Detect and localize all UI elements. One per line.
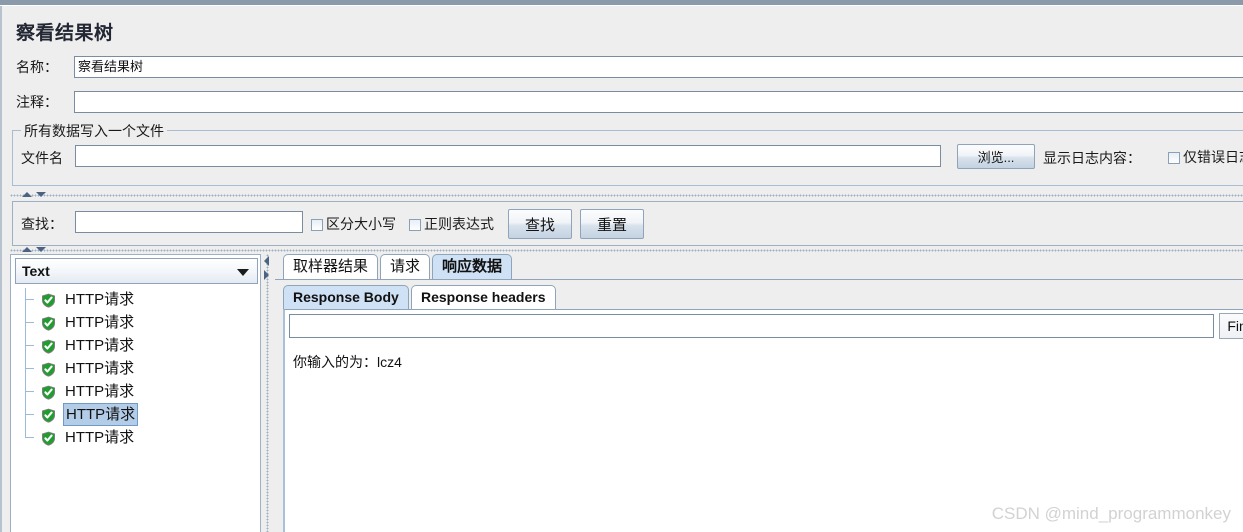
filename-label: 文件名 — [21, 150, 63, 166]
collapse-down-icon[interactable] — [36, 192, 46, 197]
tree-node-label: HTTP请求 — [65, 314, 135, 331]
comment-input[interactable] — [74, 91, 1243, 113]
checkbox-box-icon — [1168, 152, 1180, 164]
response-content-pane: Find 你输入的为：lcz4 — [283, 309, 1243, 532]
tree-node[interactable]: HTTP请求 — [11, 334, 260, 357]
tree-node-label: HTTP请求 — [65, 383, 135, 400]
success-shield-icon — [41, 430, 56, 446]
tab-1[interactable]: 请求 — [380, 254, 431, 280]
tree-node-label: HTTP请求 — [65, 429, 135, 446]
tree-node[interactable]: HTTP请求 — [11, 426, 260, 449]
case-sensitive-label: 区分大小写 — [326, 216, 396, 232]
tree-node-label: HTTP请求 — [65, 360, 135, 377]
name-label: 名称： — [16, 59, 58, 75]
result-tabs: 取样器结果 请求 响应数据 — [275, 254, 1243, 280]
response-body-text: 你输入的为：lcz4 — [293, 354, 402, 370]
response-find-button[interactable]: Find — [1219, 313, 1243, 339]
tree-node[interactable]: HTTP请求 — [11, 311, 260, 334]
collapse-up-icon[interactable] — [22, 192, 32, 197]
chevron-down-icon — [237, 269, 249, 276]
write-all-data-group-title: 所有数据写入一个文件 — [21, 121, 167, 141]
comment-label: 注释： — [16, 94, 58, 110]
tree-branch-line — [25, 288, 37, 311]
name-row: 名称： 察看结果树 — [16, 56, 1243, 78]
tree-branch-line — [25, 357, 37, 380]
tab-2[interactable]: 响应数据 — [432, 254, 513, 280]
tree-node[interactable]: HTTP请求 — [11, 403, 260, 426]
tree-branch-line — [25, 311, 37, 334]
tree-node-label: HTTP请求 — [63, 403, 139, 426]
checkbox-box-icon — [311, 219, 323, 231]
tree-node[interactable]: HTTP请求 — [11, 357, 260, 380]
result-detail-panel: 取样器结果 请求 响应数据 Response Body Response header… — [275, 254, 1243, 532]
search-label: 查找： — [21, 216, 63, 232]
watermark: CSDN @mind_programmonkey — [991, 504, 1231, 523]
success-shield-icon — [41, 315, 56, 331]
collapse-left-icon[interactable] — [264, 256, 269, 266]
renderer-select-value: Text — [22, 263, 50, 279]
search-panel: 查找： 区分大小写 正则表达式 查找 重置 — [12, 201, 1243, 246]
divider-below-search[interactable] — [10, 245, 1243, 254]
results-tree[interactable]: HTTP请求 HTTP请求 HTTP请求 HTTP请求 HTTP请求 HTTP请求 HTTP… — [11, 288, 260, 532]
name-input[interactable]: 察看结果树 — [74, 56, 1243, 78]
success-shield-icon — [41, 407, 56, 423]
collapse-right-icon[interactable] — [264, 270, 269, 280]
tree-branch-line — [25, 426, 37, 449]
tree-node[interactable]: HTTP请求 — [11, 288, 260, 311]
error-log-only-label: 仅错误日志 — [1183, 149, 1243, 165]
jmeter-view-results-tree-window: 察看结果树 名称： 察看结果树 注释： 所有数据写入一个文件 文件名 浏览...… — [0, 0, 1243, 532]
subtab-1[interactable]: Response headers — [411, 285, 556, 310]
write-all-data-group: 所有数据写入一个文件 文件名 浏览... 显示日志内容： 仅错误日志 — [12, 121, 1243, 186]
collapse-down-icon[interactable] — [36, 247, 46, 252]
subtab-0[interactable]: Response Body — [283, 285, 409, 310]
tabs-underline — [275, 279, 1243, 280]
main-split-area: Text HTTP请求 HTTP请求 HTTP请求 HTTP请求 HTTP请求 HTTP请… — [10, 254, 1243, 532]
tree-branch-line — [25, 403, 37, 426]
success-shield-icon — [41, 338, 56, 354]
log-display-label: 显示日志内容： — [1043, 150, 1141, 166]
filename-input[interactable] — [75, 145, 941, 167]
success-shield-icon — [41, 384, 56, 400]
tree-node[interactable]: HTTP请求 — [11, 380, 260, 403]
search-reset-button[interactable]: 重置 — [580, 209, 644, 239]
regex-checkbox[interactable]: 正则表达式 — [409, 214, 494, 234]
search-find-button[interactable]: 查找 — [508, 209, 572, 239]
search-input[interactable] — [75, 211, 303, 233]
results-tree-panel: Text HTTP请求 HTTP请求 HTTP请求 HTTP请求 HTTP请求 HTTP请… — [10, 254, 261, 532]
vertical-splitter[interactable] — [263, 254, 273, 532]
tree-branch-line — [25, 380, 37, 403]
tree-branch-line — [25, 334, 37, 357]
browse-button[interactable]: 浏览... — [957, 144, 1035, 169]
divider-above-search[interactable] — [10, 190, 1243, 199]
page-title: 察看结果树 — [16, 23, 114, 44]
error-log-only-checkbox[interactable]: 仅错误日志 — [1168, 147, 1243, 167]
response-search-input[interactable] — [289, 314, 1214, 338]
tree-node-label: HTTP请求 — [65, 337, 135, 354]
success-shield-icon — [41, 292, 56, 308]
collapse-up-icon[interactable] — [22, 247, 32, 252]
tree-node-label: HTTP请求 — [65, 291, 135, 308]
app-frame: 察看结果树 名称： 察看结果树 注释： 所有数据写入一个文件 文件名 浏览...… — [0, 6, 1243, 532]
renderer-select[interactable]: Text — [15, 258, 258, 284]
case-sensitive-checkbox[interactable]: 区分大小写 — [311, 214, 396, 234]
success-shield-icon — [41, 361, 56, 377]
comment-row: 注释： — [16, 91, 1243, 113]
regex-label: 正则表达式 — [424, 216, 494, 232]
tab-0[interactable]: 取样器结果 — [283, 254, 379, 280]
checkbox-box-icon — [409, 219, 421, 231]
